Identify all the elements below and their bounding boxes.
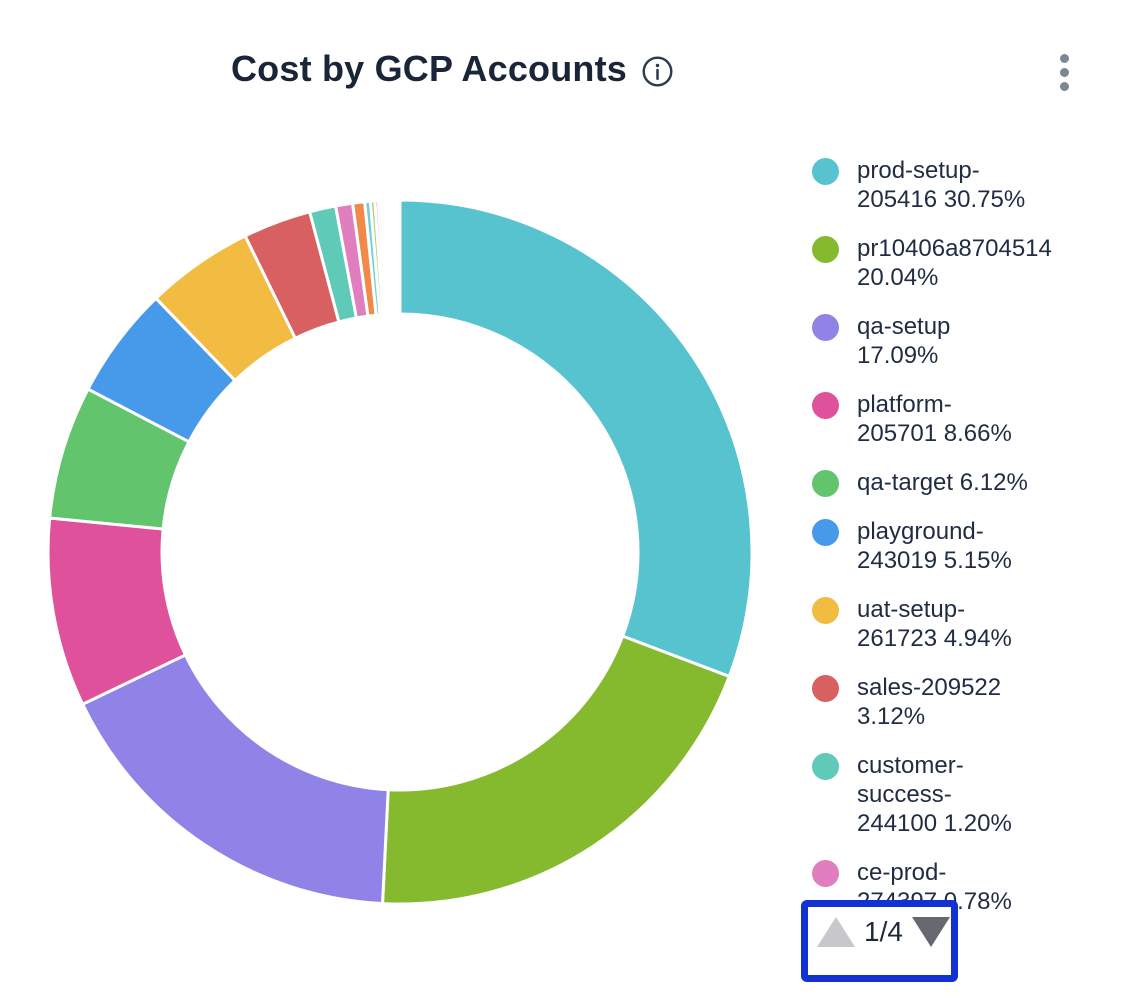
legend-page-indicator: 1/4 xyxy=(864,913,903,951)
legend-dot-icon xyxy=(812,860,839,887)
legend-item[interactable]: platform-205701 8.66% xyxy=(812,390,1130,448)
legend-dot-icon xyxy=(812,314,839,341)
legend-dot-icon xyxy=(812,392,839,419)
donut-slice[interactable] xyxy=(383,636,730,904)
legend-label: prod-setup-205416 30.75% xyxy=(857,156,1025,214)
legend-item[interactable]: prod-setup-205416 30.75% xyxy=(812,156,1130,214)
legend-dot-icon xyxy=(812,597,839,624)
legend-item[interactable]: qa-target 6.12% xyxy=(812,468,1130,497)
legend-dot-icon xyxy=(812,470,839,497)
info-icon[interactable] xyxy=(641,55,674,88)
legend-page-down-button[interactable] xyxy=(912,917,950,947)
legend-dot-icon xyxy=(812,519,839,546)
legend-dot-icon xyxy=(812,158,839,185)
donut-slice[interactable] xyxy=(400,200,752,676)
legend-label: platform-205701 8.66% xyxy=(857,390,1012,448)
legend-label: qa-setup17.09% xyxy=(857,312,950,370)
legend-item[interactable]: sales-2095223.12% xyxy=(812,673,1130,731)
donut-slice[interactable] xyxy=(83,655,389,904)
legend-page-up-button[interactable] xyxy=(817,917,855,947)
legend-item[interactable]: customer-success-244100 1.20% xyxy=(812,751,1130,838)
chart-legend: prod-setup-205416 30.75% pr10406a87045142… xyxy=(812,156,1130,916)
legend-dot-icon xyxy=(812,675,839,702)
legend-label: pr10406a870451420.04% xyxy=(857,234,1052,292)
legend-pager-highlight-box: 1/4 xyxy=(801,900,958,982)
donut-slice[interactable] xyxy=(397,200,400,314)
legend-label: qa-target 6.12% xyxy=(857,468,1028,497)
widget-header: Cost by GCP Accounts xyxy=(0,48,905,90)
legend-item[interactable]: qa-setup17.09% xyxy=(812,312,1130,370)
legend-label: customer-success-244100 1.20% xyxy=(857,751,1012,838)
legend-dot-icon xyxy=(812,753,839,780)
legend-label: playground-243019 5.15% xyxy=(857,517,1012,575)
chart-title: Cost by GCP Accounts xyxy=(231,48,627,90)
legend-item[interactable]: pr10406a870451420.04% xyxy=(812,234,1130,292)
legend-item[interactable]: uat-setup-261723 4.94% xyxy=(812,595,1130,653)
legend-item[interactable]: playground-243019 5.15% xyxy=(812,517,1130,575)
legend-dot-icon xyxy=(812,236,839,263)
cost-by-gcp-accounts-widget: Cost by GCP Accounts prod-setup-205416 3… xyxy=(0,0,1130,1006)
legend-label: sales-2095223.12% xyxy=(857,673,1001,731)
kebab-menu-icon[interactable] xyxy=(1052,48,1076,96)
donut-chart xyxy=(0,140,790,1006)
legend-label: uat-setup-261723 4.94% xyxy=(857,595,1012,653)
